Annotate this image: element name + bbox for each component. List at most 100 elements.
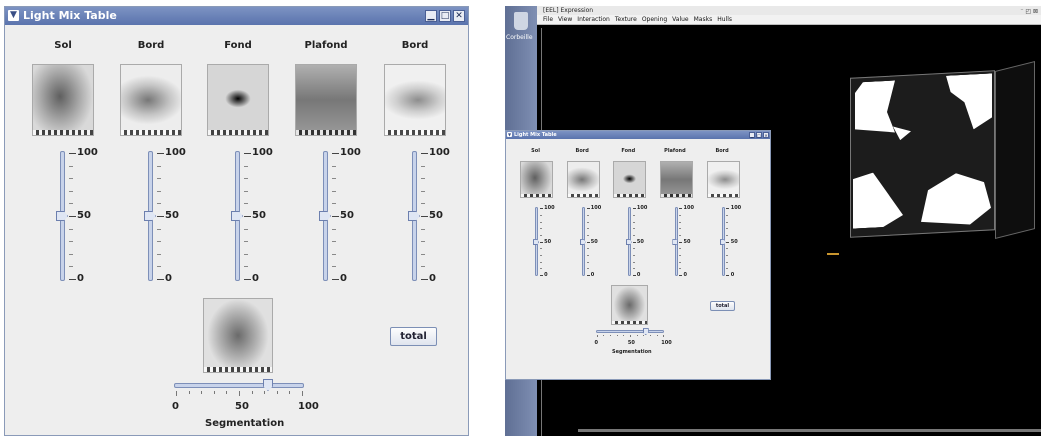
column-label-2: Bord: [575, 148, 589, 155]
segmentation-tick: [643, 334, 645, 337]
column-label-1: Sol: [531, 148, 540, 155]
slider-tick-label: 100: [429, 147, 450, 158]
light-thumbnail-3: [613, 161, 647, 199]
slider-major-tick: [539, 208, 543, 210]
column-label-5: Bord: [715, 148, 729, 155]
cube-blob: [853, 171, 903, 229]
slider-minor-tick: [539, 228, 542, 230]
slider-minor-tick: [539, 261, 542, 263]
slider-handle-4[interactable]: [319, 211, 331, 221]
slider-minor-tick: [332, 178, 336, 180]
slider-minor-tick: [69, 241, 73, 243]
segmentation-tick: [663, 334, 665, 338]
column-label-2: Bord: [137, 40, 165, 51]
slider-minor-tick: [586, 261, 589, 263]
slider-minor-tick: [539, 255, 542, 257]
slider-handle-1[interactable]: [533, 239, 540, 246]
segmentation-tick-label: 50: [627, 339, 635, 346]
slider-minor-tick: [586, 228, 589, 230]
segmentation-tick: [213, 391, 215, 394]
slider-minor-tick: [726, 221, 729, 223]
slider-minor-tick: [332, 190, 336, 192]
slider-major-tick: [421, 153, 428, 154]
slider-minor-tick: [244, 165, 248, 167]
column-label-4: Plafond: [664, 148, 686, 155]
segmentation-preview: [610, 285, 649, 325]
trash-icon[interactable]: [514, 12, 528, 30]
segmentation-tick-label: 100: [298, 401, 319, 412]
slider-minor-tick: [679, 228, 682, 230]
slider-minor-tick: [586, 235, 589, 237]
slider-tick-label: 0: [730, 271, 735, 278]
slider-tick-label: 0: [590, 271, 595, 278]
menu-hulls[interactable]: Hulls: [717, 16, 732, 23]
segmentation-tick-label: 0: [172, 401, 179, 412]
menu-opening[interactable]: Opening: [642, 16, 667, 23]
total-button[interactable]: total: [390, 327, 437, 346]
segmentation-slider[interactable]: [174, 383, 304, 388]
menu-interaction[interactable]: Interaction: [577, 16, 610, 23]
app-menubar: File View Interaction Texture Opening Value Ma…: [537, 15, 1041, 25]
slider-tick-label: 100: [730, 205, 742, 212]
slider-minor-tick: [421, 253, 425, 255]
close-button[interactable]: ✕: [453, 10, 465, 22]
slider-minor-tick: [679, 255, 682, 257]
slider-minor-tick: [421, 178, 425, 180]
slider-minor-tick: [244, 241, 248, 243]
segmentation-tick: [636, 334, 638, 337]
segmentation-slider[interactable]: [595, 330, 665, 334]
slider-minor-tick: [244, 228, 248, 230]
menu-file[interactable]: File: [543, 16, 553, 23]
minimize-button[interactable]: ▁: [749, 132, 755, 138]
window-titlebar-small[interactable]: ▼ Light Mix Table ▁ □ ✕: [506, 131, 770, 139]
menu-masks[interactable]: Masks: [694, 16, 713, 23]
slider-major-tick: [679, 241, 683, 243]
slider-tick-label: 100: [77, 147, 98, 158]
slider-major-tick: [726, 208, 730, 210]
slider-minor-tick: [69, 228, 73, 230]
total-button[interactable]: total: [710, 300, 735, 311]
window-menu-icon[interactable]: ▼: [507, 132, 512, 137]
slider-minor-tick: [726, 228, 729, 230]
segmentation-tick: [276, 391, 278, 394]
segmentation-tick: [239, 391, 240, 396]
slider-major-tick: [69, 153, 76, 154]
light-thumbnail-1: [32, 64, 94, 136]
close-button[interactable]: ✕: [763, 132, 769, 138]
slider-minor-tick: [69, 165, 73, 167]
cube-blob: [855, 80, 895, 134]
slider-tick-label: 100: [590, 205, 602, 212]
slider-handle-1[interactable]: [56, 211, 68, 221]
slider-minor-tick: [726, 248, 729, 250]
minimize-button[interactable]: ▁: [425, 10, 437, 22]
slider-major-tick: [632, 208, 636, 210]
segmentation-tick: [623, 334, 625, 337]
slider-minor-tick: [539, 235, 542, 237]
slider-handle-5[interactable]: [408, 211, 420, 221]
light-mix-table-window-small: ▼ Light Mix Table ▁ □ ✕ Sol 100 50 0 Bord 100…: [505, 130, 771, 380]
slider-minor-tick: [244, 253, 248, 255]
slider-minor-tick: [632, 215, 635, 217]
maximize-button[interactable]: □: [439, 10, 451, 22]
slider-tick-label: 100: [544, 205, 555, 212]
window-titlebar[interactable]: ▼ Light Mix Table ▁ □ ✕: [5, 7, 468, 25]
segmentation-tick: [616, 334, 618, 337]
slider-minor-tick: [332, 203, 336, 205]
slider-minor-tick: [679, 235, 682, 237]
segmentation-handle[interactable]: [262, 379, 273, 391]
maximize-button[interactable]: □: [756, 132, 762, 138]
light-mix-table-window: ▼ Light Mix Table ▁ □ ✕ Sol 100 50 0 Bord 100…: [4, 6, 469, 436]
light-thumbnail-2: [120, 64, 182, 136]
slider-minor-tick: [726, 235, 729, 237]
slider-handle-2[interactable]: [144, 211, 156, 221]
slider-major-tick: [69, 279, 76, 280]
slider-minor-tick: [157, 203, 161, 205]
window-menu-icon[interactable]: ▼: [8, 10, 19, 21]
slider-major-tick: [157, 153, 164, 154]
slider-minor-tick: [726, 215, 729, 217]
menu-view[interactable]: View: [558, 16, 572, 23]
slider-handle-3[interactable]: [231, 211, 243, 221]
menu-texture[interactable]: Texture: [615, 16, 637, 23]
menu-value[interactable]: Value: [672, 16, 688, 23]
slider-minor-tick: [632, 248, 635, 250]
